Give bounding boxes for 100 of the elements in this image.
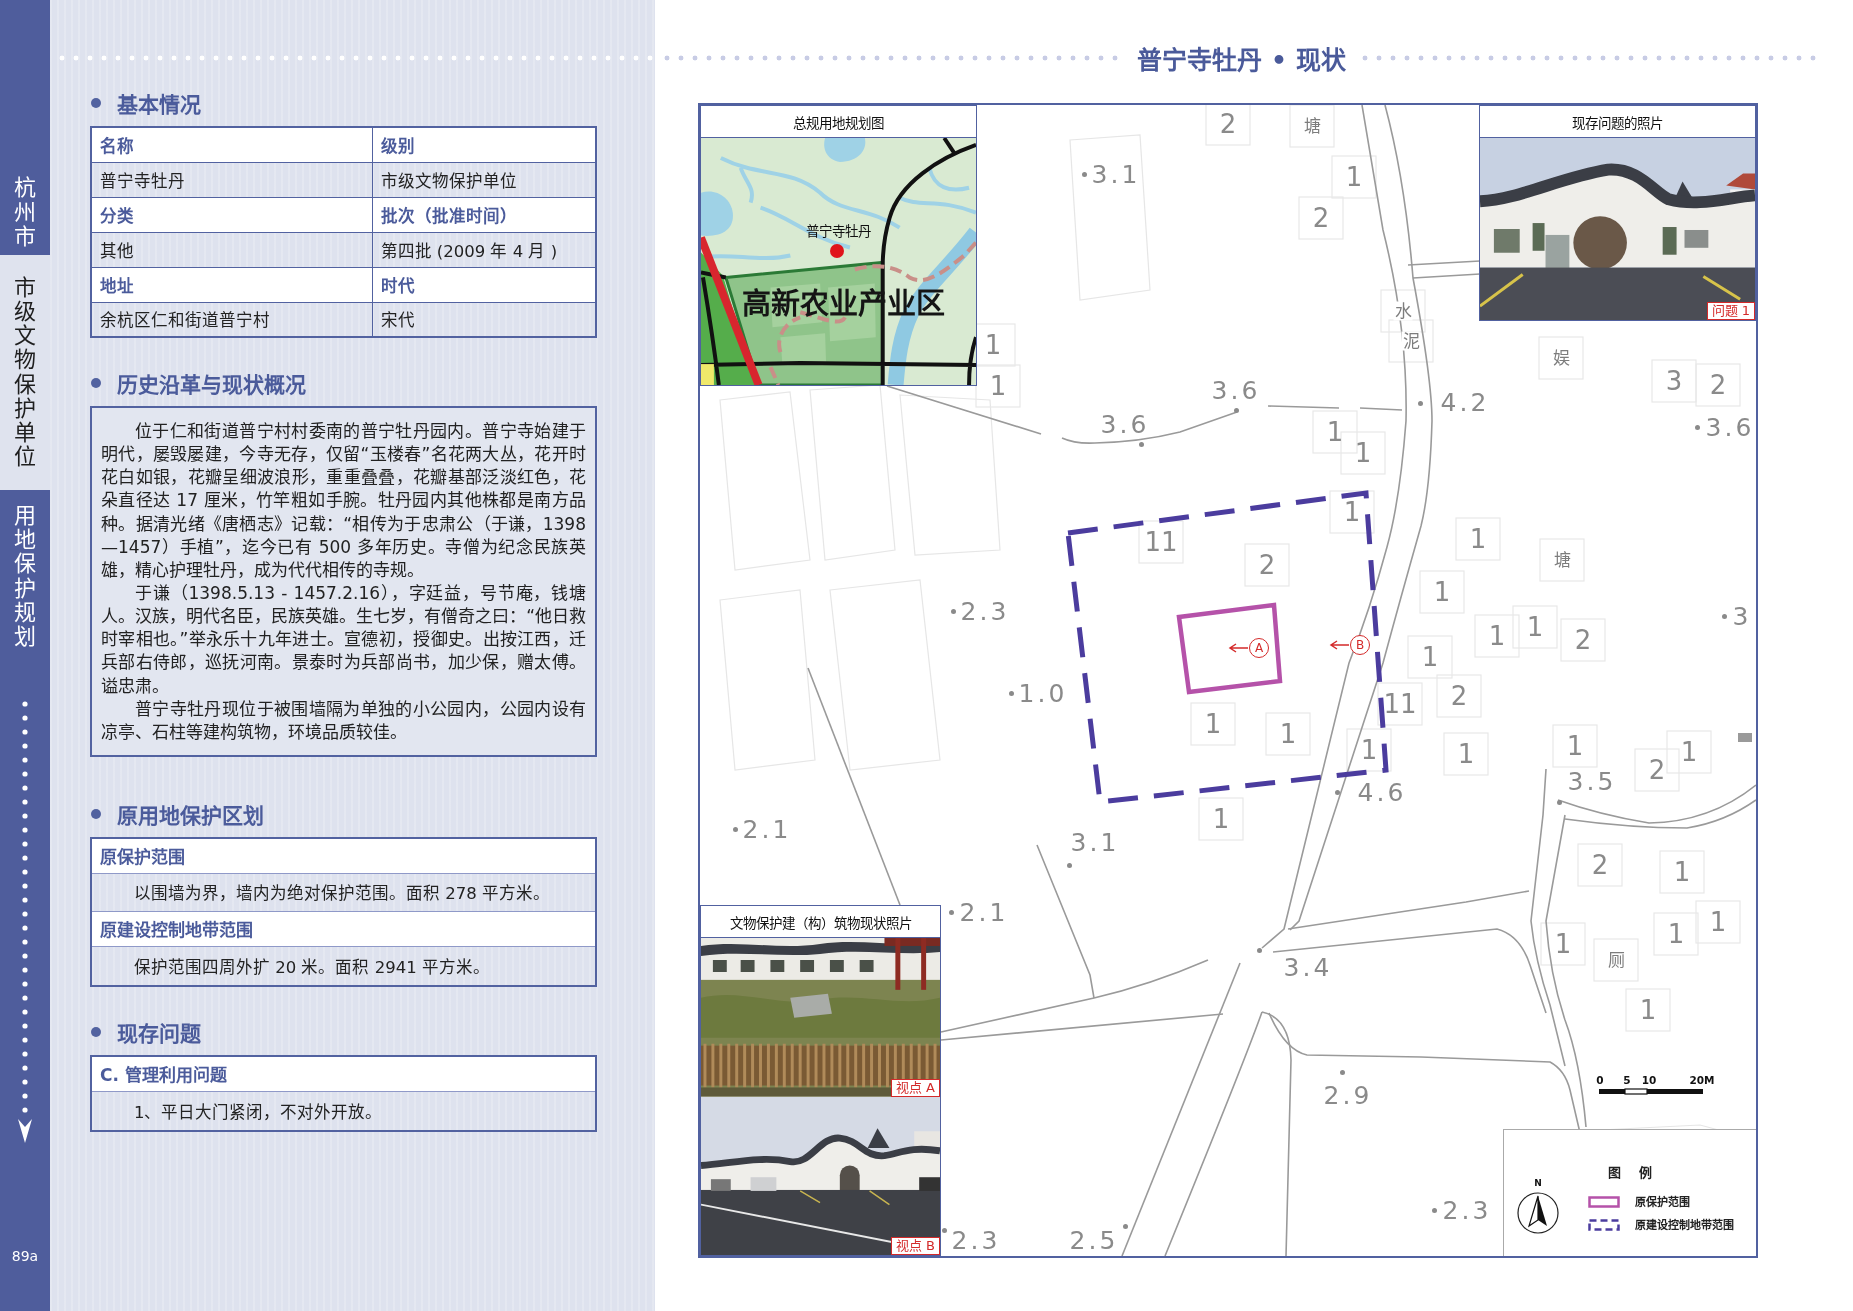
- table-cell: 普宁寺牡丹: [91, 162, 372, 197]
- floor-count-label: 1: [1488, 623, 1506, 649]
- floor-count-label: 1: [1326, 419, 1344, 445]
- floor-count-label: 1: [1566, 733, 1584, 759]
- legend-label: 原建设控制地带范围: [1635, 1219, 1734, 1231]
- elevation-label: 4.2: [1440, 389, 1490, 415]
- map-place-label: 普宁寺牡丹: [805, 225, 871, 239]
- elevation-label: 3: [1732, 603, 1752, 629]
- elevation-label: 2.3: [1442, 1197, 1492, 1223]
- elevation-label: 3.5: [1567, 768, 1617, 794]
- table-header-cell: 时代: [372, 267, 596, 302]
- table-header-cell: 分类: [91, 197, 372, 232]
- floor-count-label: 2: [1591, 852, 1609, 878]
- elevation-label: 3.6: [1705, 414, 1755, 440]
- floor-count-label: 1: [1212, 806, 1230, 832]
- floor-count-label: 1: [1457, 741, 1475, 767]
- paragraph: 普宁寺牡丹现位于被围墙隔为单独的小公园内，公园内设有凉亭、石柱等建构筑物，环境品质较佳。: [101, 697, 586, 744]
- survey-point-icon: [1081, 171, 1087, 177]
- scale-bar-icon: [1598, 1088, 1704, 1095]
- place-label: 塘: [1552, 550, 1572, 570]
- survey-point-icon: [948, 909, 954, 915]
- category-label: 市级文物保护单位: [14, 275, 36, 470]
- city-label: 杭州市: [14, 176, 36, 249]
- floor-count-label: 1: [1469, 526, 1487, 552]
- place-label: 厕: [1606, 950, 1626, 970]
- table-cell: 其他: [91, 232, 372, 267]
- survey-point-icon: [1138, 441, 1144, 447]
- paragraph: 位于仁和街道普宁村村委南的普宁牡丹园内。普宁寺始建于明代，屡毁屡建，今寺无存，仅留“玉楼春”名花两大丛，花开时花白如银，花瓣呈细波浪形，重重叠叠，花瓣基部泛淡红色，花朵直径达 17 厘米，竹竿粗如手腕。牡丹园内其他株都是南方品种。据清光绪《唐栖志》记载：“相传为于忠肃公（于谦，1398—1457）手植”，迄今已有 500 多年历史。寺僧为纪念民族英雄，精心护理牡丹，成为代代相传的寺规。: [101, 420, 586, 582]
- table-header-cell: 级别: [372, 127, 596, 162]
- block-text: 以围墙为界，墙内为绝对保护范围。面积 278 平方米。: [92, 873, 595, 912]
- survey-point-icon: [941, 1227, 947, 1233]
- section-heading: 原用地保护区划: [117, 802, 264, 829]
- page-title: 普宁寺牡丹 • 现状: [1137, 45, 1346, 76]
- place-label: 娱: [1551, 348, 1571, 368]
- page-number: 89a: [11, 1248, 39, 1264]
- floor-count-label: 1: [1667, 921, 1685, 947]
- elevation-label: 3.1: [1070, 829, 1120, 855]
- photo-tag: 问题 1: [1706, 302, 1755, 320]
- section-heading: 历史沿革与现状概况: [117, 372, 306, 398]
- block-text: 1、平日大门紧闭，不对外开放。: [133, 1101, 384, 1124]
- floor-count-label: 1: [984, 332, 1002, 358]
- survey-point-icon: [1417, 400, 1423, 406]
- floor-count-label: 1: [989, 373, 1007, 399]
- block-heading: C. 管理利用问题: [92, 1056, 595, 1092]
- floor-count-label: 1: [1680, 739, 1698, 765]
- floor-count-label: 1: [1279, 721, 1297, 747]
- floor-count-label: 2: [1648, 757, 1666, 783]
- floor-count-label: 1: [1345, 164, 1363, 190]
- survey-point-icon: [1431, 1207, 1437, 1213]
- survey-point-icon: [1694, 424, 1700, 430]
- bullet-icon: [91, 98, 101, 108]
- chapter-label: 用地保护规划: [14, 504, 36, 650]
- elevation-label: 1.0: [1018, 680, 1068, 706]
- survey-point-icon: [732, 826, 738, 832]
- scale-label: 0: [1596, 1074, 1604, 1086]
- section-heading: 现存问题: [117, 1020, 201, 1047]
- floor-count-label: 1: [1709, 909, 1727, 935]
- dotted-arrow-icon: [18, 701, 32, 1144]
- elevation-label: 2.9: [1323, 1082, 1373, 1108]
- survey-point-icon: [1339, 1069, 1345, 1075]
- place-label: 泥: [1401, 331, 1421, 351]
- bullet-icon: [91, 808, 101, 819]
- place-label: 塘: [1302, 116, 1322, 136]
- elevation-label: 2.1: [959, 899, 1009, 925]
- arrow-icon: [1329, 640, 1349, 650]
- bullet-icon: [91, 1026, 101, 1037]
- photo-tag: 视点 B: [890, 1237, 940, 1255]
- survey-point-icon: [1233, 407, 1239, 413]
- floor-count-label: 2: [1312, 205, 1330, 231]
- floor-count-label: 2: [1709, 372, 1727, 398]
- elevation-label: 3.1: [1091, 161, 1141, 187]
- viewpoint-marker: B: [1350, 635, 1370, 655]
- table-header-cell: 名称: [91, 127, 372, 162]
- floor-count-label: 1: [1360, 737, 1378, 763]
- floor-count-label: 1: [1526, 614, 1544, 640]
- floor-count-label: 1: [1343, 499, 1361, 525]
- survey-point-icon: [950, 608, 956, 614]
- elevation-label: 3.4: [1283, 954, 1333, 980]
- floor-count-label: 2: [1258, 552, 1276, 578]
- elevation-label: 2.3: [960, 598, 1010, 624]
- elevation-label: 2.1: [742, 816, 792, 842]
- floor-count-label: 2: [1574, 627, 1592, 653]
- bullet-icon: [91, 378, 101, 388]
- elevation-label: 3.6: [1100, 411, 1150, 437]
- elevation-label: 3.6: [1211, 377, 1261, 403]
- floor-count-label: 3: [1665, 368, 1683, 394]
- elevation-label: 2.5: [1069, 1227, 1119, 1253]
- elevation-label: 4.6: [1357, 779, 1407, 805]
- compass-label: N: [1534, 1178, 1542, 1188]
- legend-label: 原保护范围: [1635, 1196, 1690, 1208]
- floor-count-label: 11: [1144, 529, 1178, 555]
- floor-count-label: 1: [1554, 931, 1572, 957]
- floor-count-label: 2: [1450, 683, 1468, 709]
- scale-label: 20M: [1689, 1074, 1715, 1086]
- floor-count-label: 1: [1354, 440, 1372, 466]
- survey-point-icon: [1256, 947, 1262, 953]
- floor-count-label: 1: [1673, 859, 1691, 885]
- floor-count-label: 11: [1383, 691, 1417, 717]
- floor-count-label: 1: [1421, 644, 1439, 670]
- section-heading: 基本情况: [117, 92, 201, 118]
